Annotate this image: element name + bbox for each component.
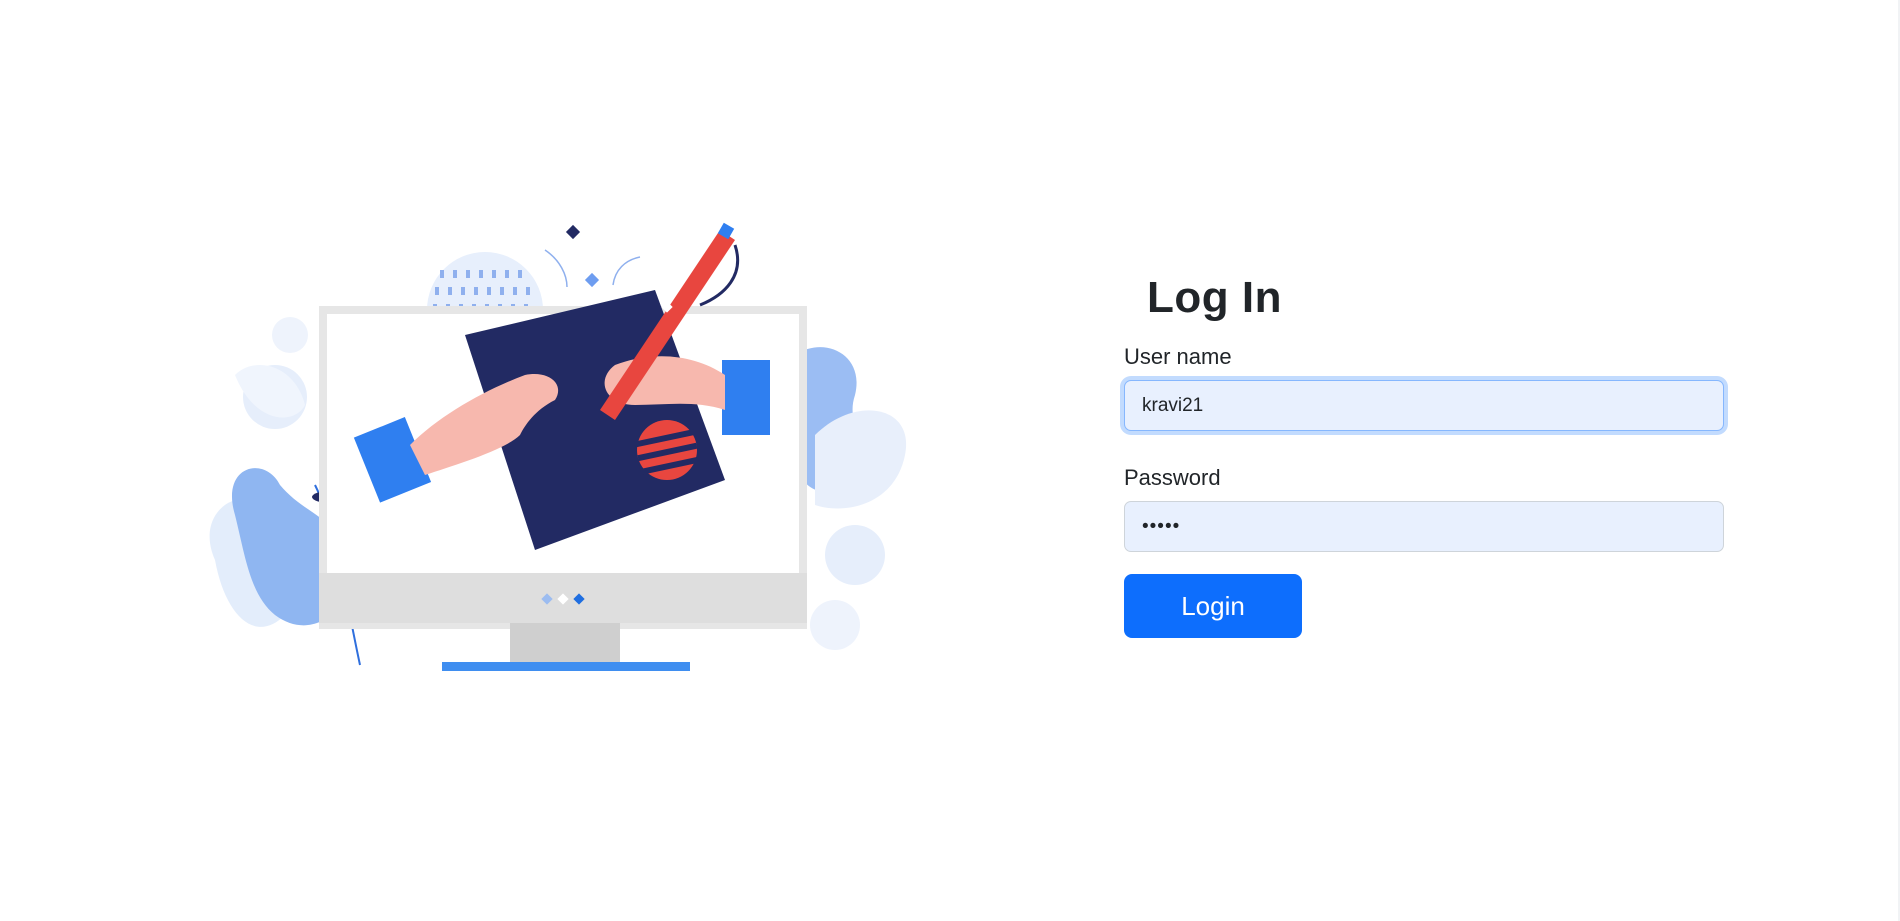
username-input[interactable]: kravi21	[1124, 380, 1724, 431]
designer-monitor-illustration	[209, 222, 907, 671]
floating-shapes	[544, 224, 641, 288]
login-form: Log In User name kravi21 Password ••••• …	[1124, 268, 1727, 638]
password-value: •••••	[1142, 515, 1181, 537]
username-value: kravi21	[1142, 394, 1204, 416]
right-leaves-decoration	[795, 347, 907, 650]
login-button[interactable]: Login	[1124, 574, 1302, 638]
username-label: User name	[1124, 344, 1232, 369]
login-page: Log In User name kravi21 Password ••••• …	[0, 0, 1900, 921]
page-title: Log In	[1147, 273, 1282, 322]
password-label: Password	[1124, 465, 1221, 490]
password-input[interactable]: •••••	[1124, 501, 1724, 552]
